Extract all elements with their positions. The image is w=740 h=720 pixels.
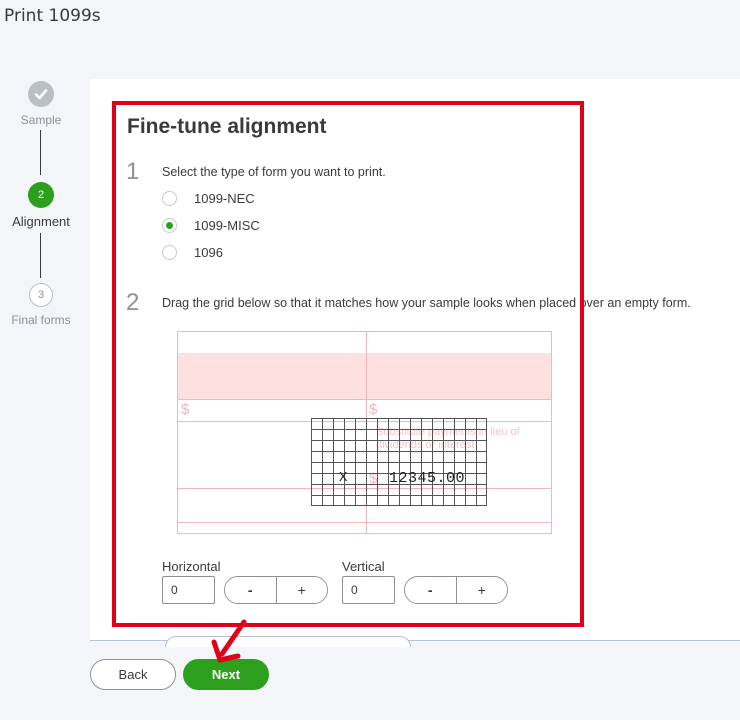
step-label: Sample: [20, 113, 62, 127]
progress-stepper: Sample 2 Alignment 3 Final forms: [0, 78, 82, 378]
step-connector: [40, 233, 41, 278]
step-final-forms: 3 Final forms: [0, 283, 82, 327]
step-sample[interactable]: Sample: [0, 81, 82, 127]
step-alignment: 2 Alignment: [0, 182, 82, 229]
step-connector: [40, 130, 41, 175]
step-number: 2: [28, 182, 54, 208]
step-label: Final forms: [11, 313, 71, 327]
annotation-highlight-frame: [112, 101, 584, 627]
step-number: 3: [29, 283, 53, 307]
step-label: Alignment: [12, 214, 70, 229]
annotation-arrow-icon: [211, 619, 247, 663]
back-button[interactable]: Back: [90, 659, 176, 690]
page-title: Print 1099s: [4, 6, 101, 26]
checkmark-icon: [28, 81, 54, 107]
partial-button[interactable]: [165, 636, 411, 647]
